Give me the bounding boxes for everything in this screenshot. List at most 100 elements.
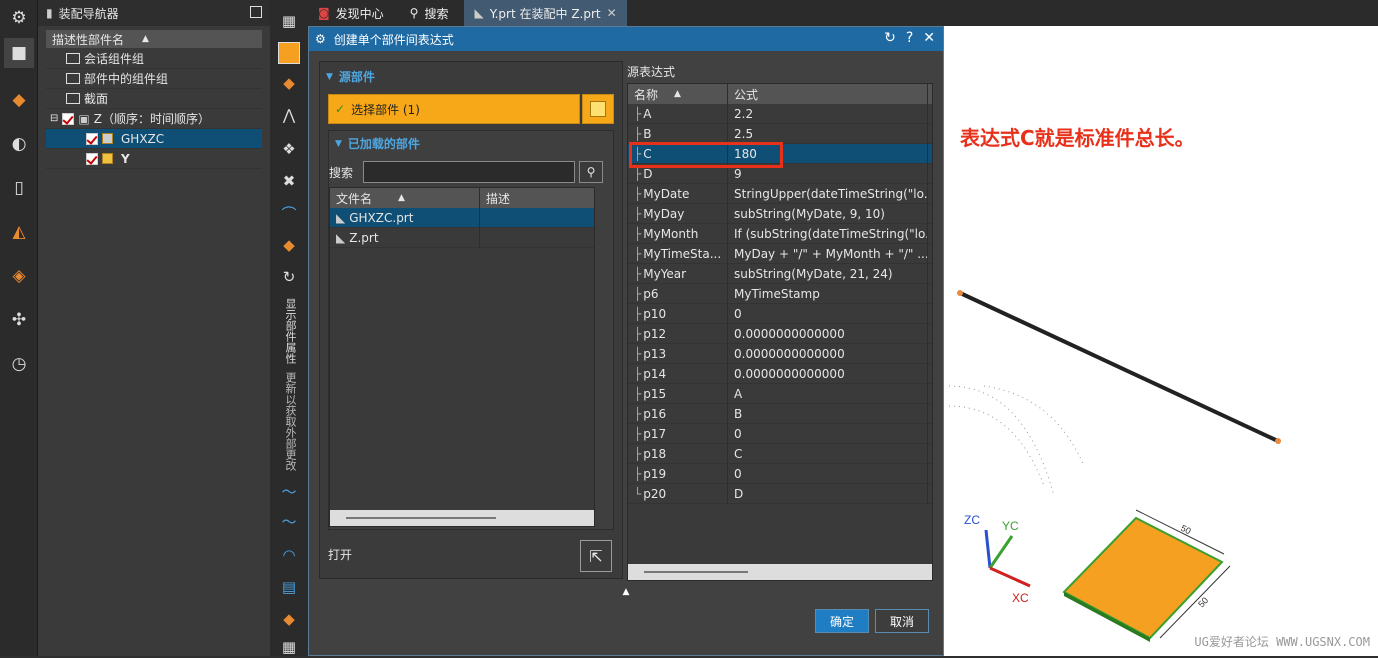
horizontal-scrollbar[interactable] (330, 510, 594, 526)
table-row[interactable]: ├ MyTimeSta... MyDay + "/" + MyMonth + "/"… (628, 243, 932, 264)
table-row[interactable]: ├ p19 0 (628, 463, 932, 484)
loaded-section-header[interactable]: ▼ 已加载的部件 (335, 135, 420, 152)
expression-name: MyDay (643, 206, 685, 221)
table-row[interactable]: ├ p18 C (628, 443, 932, 464)
roles-icon[interactable]: ◈ (7, 264, 31, 288)
table-row[interactable]: ├ p15 A (628, 383, 932, 404)
tree-item-session-groups[interactable]: 会话组件组 (46, 49, 262, 69)
search-button[interactable]: ⚲ (579, 161, 603, 183)
column-description[interactable]: 描述 (480, 188, 594, 208)
tree-item-part-groups[interactable]: 部件中的组件组 (46, 69, 262, 89)
cancel-button[interactable]: 取消 (875, 609, 929, 633)
gear-icon[interactable]: ⚙ (7, 6, 31, 30)
column-filename[interactable]: 文件名 ▲ (330, 188, 480, 208)
wave-icon[interactable]: 〜 (278, 510, 300, 532)
reuse-library-icon[interactable]: ▯ (7, 176, 31, 200)
horizontal-scrollbar[interactable] (628, 564, 932, 580)
source-section-header[interactable]: ▼ 源部件 (326, 68, 375, 85)
expression-formula: 0.0000000000000 (728, 323, 928, 344)
assembly-navigator-icon[interactable]: ■ (4, 38, 34, 68)
table-row[interactable]: ├ A 2.2 (628, 103, 932, 124)
collapse-toggle[interactable]: ▲ (309, 587, 943, 599)
close-icon[interactable]: ✕ (607, 6, 617, 20)
component-icon[interactable]: ◆ (278, 234, 300, 256)
wave-icon[interactable]: 〜 (278, 480, 300, 502)
part-navigator-icon[interactable]: ◐ (7, 132, 31, 156)
table-row[interactable]: ├ p13 0.0000000000000 (628, 343, 932, 364)
mesh-surface-icon[interactable]: ▤ (278, 576, 300, 598)
expression-formula: If (subString(dateTimeString("lo... (728, 223, 928, 244)
update-external-changes-label[interactable]: 更新以获取外部更改 (282, 372, 298, 471)
tab-y-prt[interactable]: ◣ Y.prt 在装配中 Z.prt ✕ (464, 0, 627, 26)
column-formula[interactable]: 公式 (728, 84, 928, 104)
remove-component-icon[interactable]: ✖ (278, 170, 300, 192)
help-icon[interactable]: ? (906, 30, 913, 46)
search-input[interactable] (363, 161, 575, 183)
tree-branch-icon: └ (634, 486, 642, 501)
wave-geometry-linker-icon[interactable] (278, 42, 300, 64)
assembly-tools-icon[interactable]: ◆ (278, 608, 300, 630)
select-part-button[interactable]: ✓ 选择部件 (1) (328, 94, 580, 124)
update-icon[interactable]: ↻ (278, 266, 300, 288)
tree-item-z[interactable]: ⊟ ▣ Z（顺序：时间顺序） (46, 109, 262, 129)
part-icon (102, 153, 113, 164)
collapse-icon[interactable]: ⊟ (50, 113, 58, 124)
grid-icon[interactable]: ▦ (278, 636, 300, 658)
show-part-properties-label[interactable]: 显示部件属性 (282, 298, 298, 364)
tree-item-y[interactable]: Y (46, 149, 262, 169)
discovery-icon: ◙ (318, 6, 330, 20)
table-row[interactable]: ├ MyDay subString(MyDate, 9, 10) (628, 203, 932, 224)
tree-item-sections[interactable]: 截面 (46, 89, 262, 109)
checkmark-icon: ✓ (335, 102, 346, 116)
curve-icon[interactable]: ⌒ (278, 202, 300, 224)
tree-item-ghxzc[interactable]: GHXZC (46, 129, 262, 149)
table-row[interactable]: ├ p16 B (628, 403, 932, 424)
checkbox-z[interactable] (62, 112, 75, 125)
table-row[interactable]: ├ p10 0 (628, 303, 932, 324)
assembly-constraints-icon[interactable]: ◆ (7, 88, 31, 112)
surface-icon[interactable]: ◠ (278, 544, 300, 566)
tab-discovery-center[interactable]: ◙ 发现中心 (308, 0, 394, 26)
open-label: 打开 (328, 548, 353, 562)
new-component-icon[interactable]: ▦ (278, 10, 300, 32)
table-row[interactable]: ├ MyMonth If (subString(dateTimeString("lo… (628, 223, 932, 244)
table-row[interactable]: └ p20 D (628, 483, 932, 504)
navigator-column-header[interactable]: 描述性部件名 ▲ (46, 30, 262, 48)
table-row[interactable]: ├ p6 MyTimeStamp (628, 283, 932, 304)
open-button[interactable]: ⇱ (580, 540, 612, 572)
checkbox-ghxzc[interactable] (86, 132, 98, 145)
clock-icon[interactable]: ◷ (7, 352, 31, 376)
add-component-icon[interactable]: ◆ (278, 72, 300, 94)
settings-icon[interactable]: ⚙ (315, 32, 326, 46)
scrollbar-thumb[interactable] (644, 571, 748, 573)
tree-branch-icon: ├ (634, 466, 642, 481)
tree-branch-icon: ├ (634, 446, 642, 461)
checkbox-y[interactable] (86, 152, 98, 165)
table-row[interactable]: ├ p14 0.0000000000000 (628, 363, 932, 384)
close-icon[interactable]: ✕ (923, 30, 935, 46)
table-row[interactable]: ├ MyDate StringUpper(dateTimeString("lo... (628, 183, 932, 204)
table-row[interactable]: ├ p17 0 (628, 423, 932, 444)
scrollbar-thumb[interactable] (346, 517, 496, 519)
table-row[interactable]: ├ B 2.5 (628, 123, 932, 144)
ok-button[interactable]: 确定 (815, 609, 869, 633)
tab-search[interactable]: ⚲ 搜索 (400, 0, 459, 26)
table-row[interactable]: ├ MyYear subString(MyDate, 21, 24) (628, 263, 932, 284)
mirror-assembly-icon[interactable]: ⋀ (278, 104, 300, 126)
maximize-icon[interactable] (250, 6, 262, 18)
column-name[interactable]: 名称 ▲ (628, 84, 728, 104)
history-icon[interactable]: ◭ (7, 220, 31, 244)
measure-icon[interactable]: ✣ (7, 308, 31, 332)
assembly-toolbar: ▦ ◆ ⋀ ❖ ✖ ⌒ ◆ ↻ 显示部件属性 更新以获取外部更改 〜 〜 ◠ ▤… (270, 0, 308, 656)
graphics-window[interactable]: ZC YC XC 50 50 表达式C就是标准件总长。 UG爱好者论坛 WWW.… (944, 26, 1378, 656)
table-row[interactable]: ├ p12 0.0000000000000 (628, 323, 932, 344)
reset-icon[interactable]: ↻ (884, 30, 896, 46)
table-row[interactable]: ◣ Z.prt (330, 227, 594, 248)
part-cube-button[interactable] (582, 94, 614, 124)
expression-formula: A (728, 383, 928, 404)
table-row[interactable]: ◣ GHXZC.prt (330, 207, 594, 228)
pattern-component-icon[interactable]: ❖ (278, 138, 300, 160)
tree-branch-icon: ├ (634, 186, 642, 201)
tree-item-label: 部件中的组件组 (84, 72, 169, 86)
dimension-label: 50 (1196, 595, 1210, 609)
